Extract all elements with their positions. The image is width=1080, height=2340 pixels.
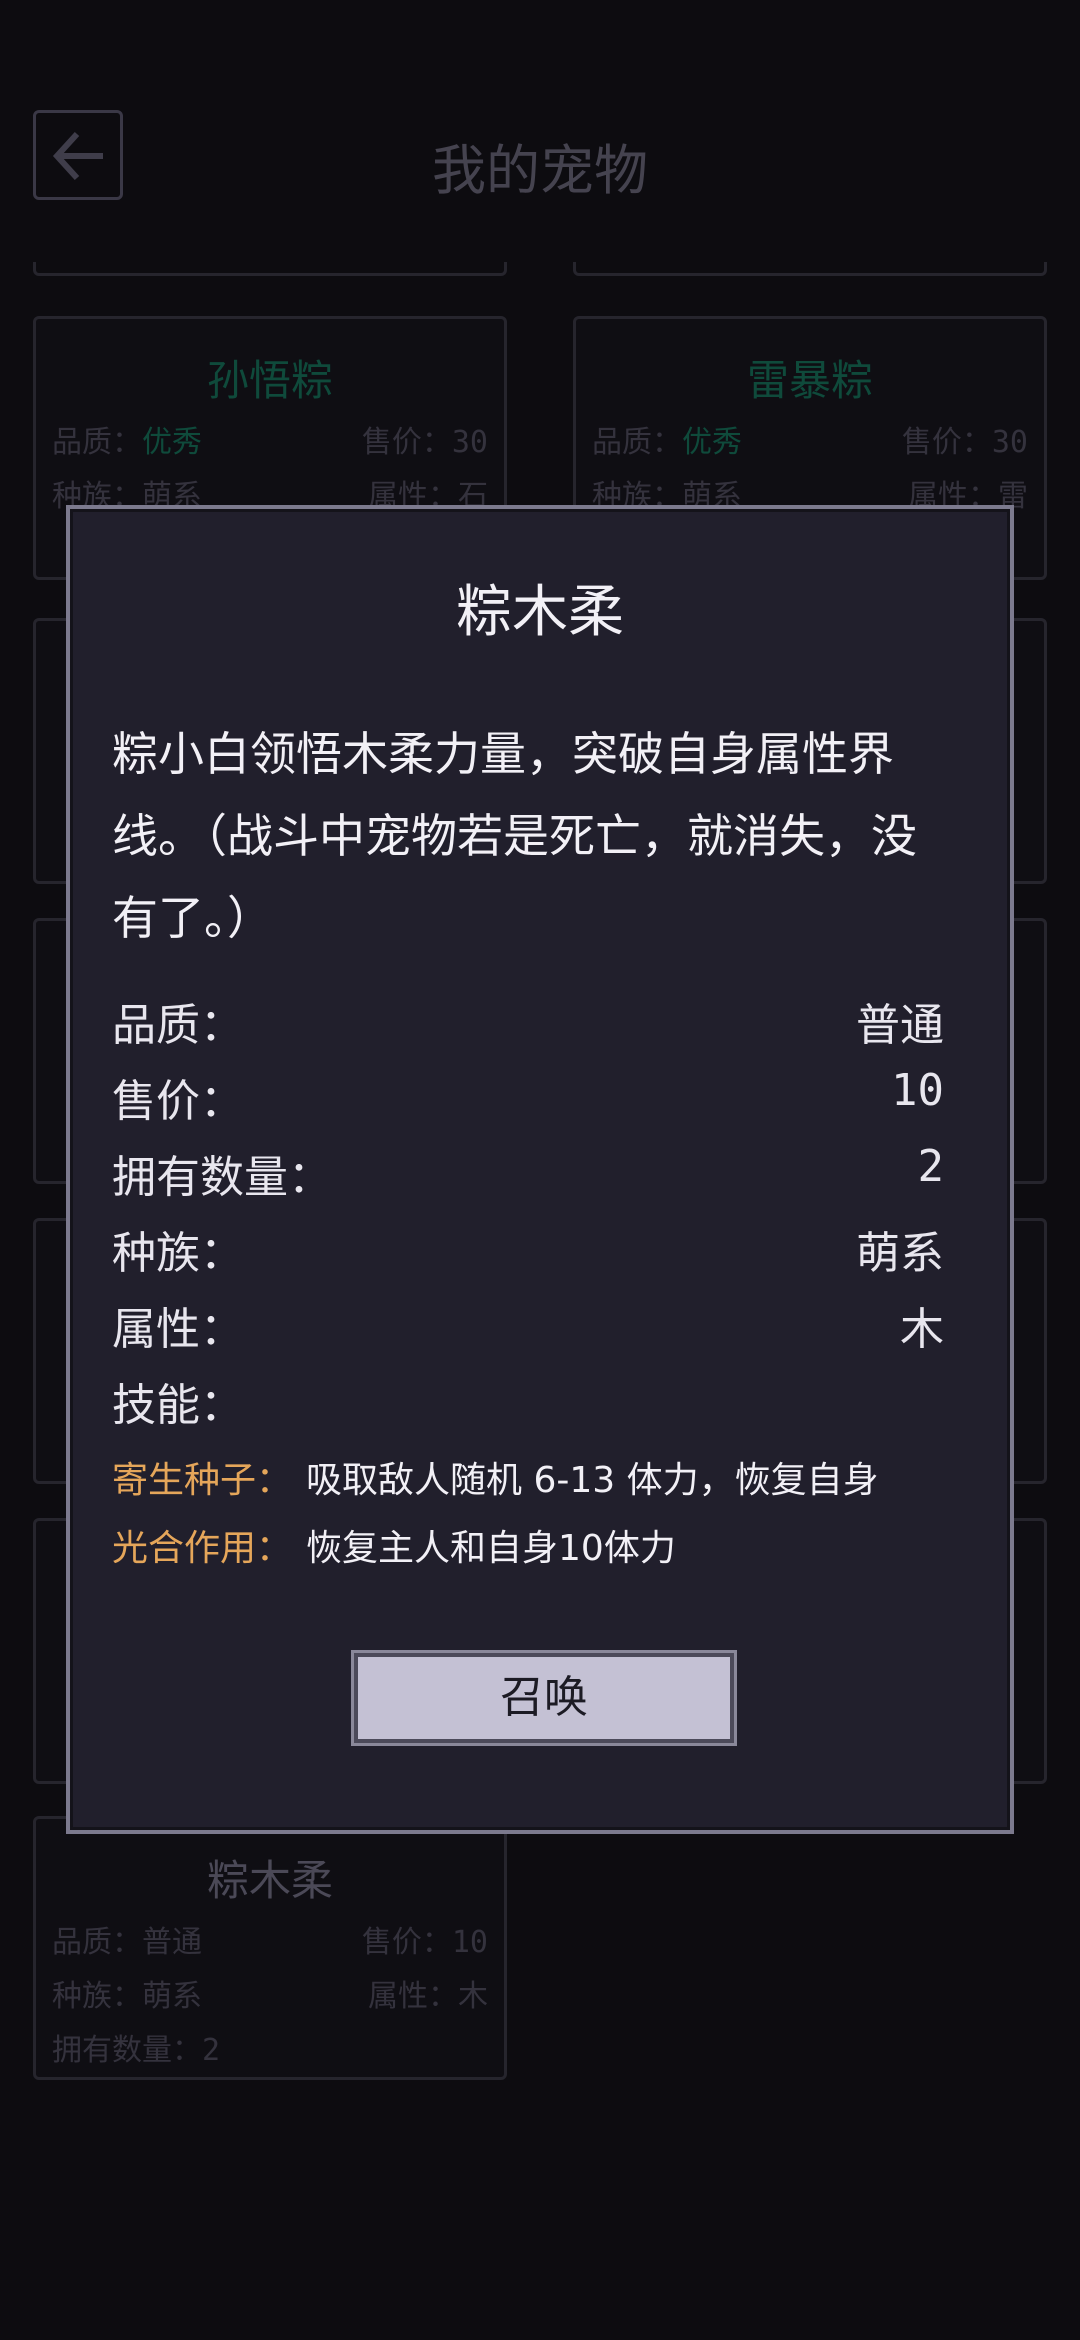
pet-card-name: 孙悟粽 [206,356,333,405]
pet-card-name: 雷暴粽 [746,356,873,405]
stat-price: 售价： 10 [112,1065,944,1127]
stat-owned-count: 拥有数量： 2 [112,1141,944,1203]
pet-name-title: 粽木柔 [456,580,624,645]
pet-card[interactable]: 粽木柔 品质：普通 售价：10 种族：萌系 属性：木 拥有数量：2 [33,1816,507,2080]
pet-card-quality-row: 品质：优秀 售价：30 [52,425,488,460]
pet-card-race-row: 种族：萌系 属性：木 [52,1979,488,2014]
pet-card-quality-row: 品质：优秀 售价：30 [592,425,1028,460]
pet-card-name: 粽木柔 [206,1856,333,1905]
card-stub [33,262,507,276]
pet-detail-dialog: 粽木柔 粽小白领悟木柔力量，突破自身属性界线。（战斗中宠物若是死亡，就消失，没有… [66,505,1014,1834]
pet-card-quality-row: 品质：普通 售价：10 [52,1925,488,1960]
summon-button[interactable]: 召唤 [354,1653,734,1743]
stat-quality: 品质： 普通 [112,1000,944,1051]
pet-card-count-row: 拥有数量：2 [52,2033,221,2068]
pet-description: 粽小白领悟木柔力量，突破自身属性界线。（战斗中宠物若是死亡，就消失，没有了。） [112,727,917,945]
skill-item: 寄生种子： 吸取敌人随机 6-13 体力，恢复自身 [112,1460,879,1501]
page-title: 我的宠物 [432,139,648,202]
skill-item: 光合作用： 恢复主人和自身10体力 [112,1528,676,1569]
stat-attribute: 属性：木 [112,1304,944,1355]
skills-heading: 技能： [112,1380,244,1431]
stat-race: 种族： 萌系 [112,1228,944,1279]
card-stub [573,262,1047,276]
